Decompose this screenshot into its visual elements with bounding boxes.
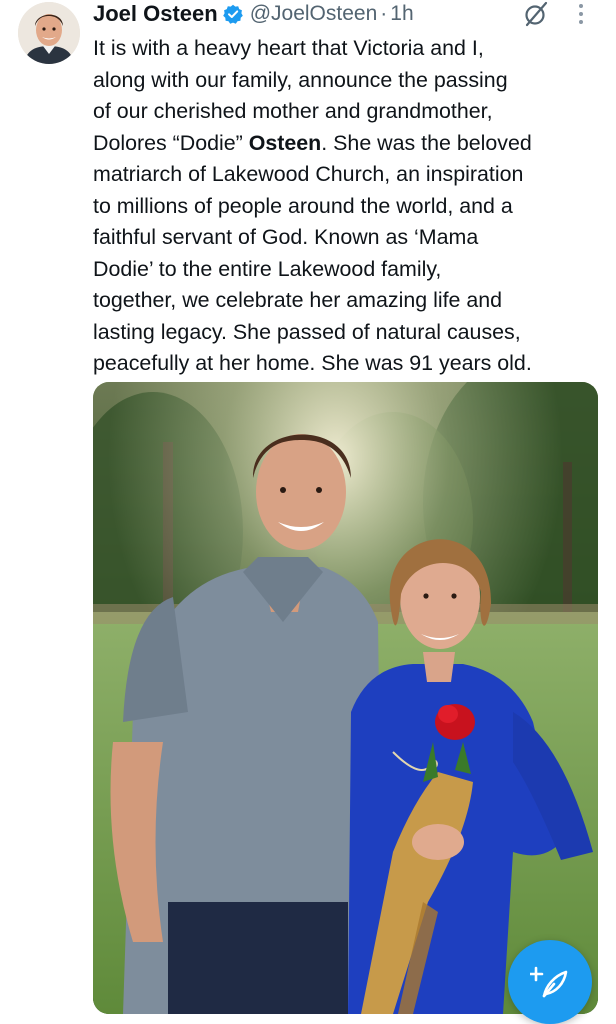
tweet-text-line: Dolores “Dodie” Osteen. She was the belo…: [93, 128, 605, 160]
tweet-text-line: along with our family, announce the pass…: [93, 67, 508, 92]
text-segment: . She was the beloved: [321, 130, 532, 155]
tweet-text-line: together, we celebrate her amazing life …: [93, 288, 503, 312]
tweet-text-line: to millions of people around the world, …: [93, 193, 513, 218]
tweet-text-line: matriarch of Lakewood Church, an inspira…: [93, 162, 524, 186]
separator-dot: ·: [380, 2, 388, 25]
more-vertical-icon[interactable]: [574, 2, 588, 26]
post-photo[interactable]: [93, 382, 598, 1014]
tweet-text-line: Dodie’ to the entire Lakewood family,: [93, 256, 442, 281]
tweet-text-line: peacefully at her home. She was 91 years…: [93, 351, 532, 375]
tweet-text: It is with a heavy heart that Victoria a…: [93, 33, 605, 380]
tweet-text-line: lasting legacy. She passed of natural ca…: [93, 319, 521, 344]
tweet-text-line: of our cherished mother and grandmother,: [93, 99, 493, 123]
display-name[interactable]: Joel Osteen: [93, 1, 218, 27]
compose-post-icon: [530, 966, 568, 998]
user-handle[interactable]: @JoelOsteen: [250, 2, 378, 26]
tweet[interactable]: Joel Osteen @JoelOsteen · 1h It is with …: [0, 0, 616, 1024]
tweet-header: Joel Osteen @JoelOsteen · 1h: [93, 0, 414, 28]
timestamp[interactable]: 1h: [390, 2, 413, 26]
avatar[interactable]: [18, 2, 80, 64]
tweet-text-line: It is with a heavy heart that Victoria a…: [93, 36, 484, 60]
text-segment: Dolores “Dodie”: [93, 130, 249, 155]
verified-badge-icon: [222, 4, 243, 24]
bold-name: Osteen: [248, 130, 322, 155]
compose-post-button[interactable]: [508, 940, 592, 1024]
grok-icon[interactable]: [522, 0, 550, 28]
tweet-text-line: faithful servant of God. Known as ‘Mama: [93, 225, 479, 249]
